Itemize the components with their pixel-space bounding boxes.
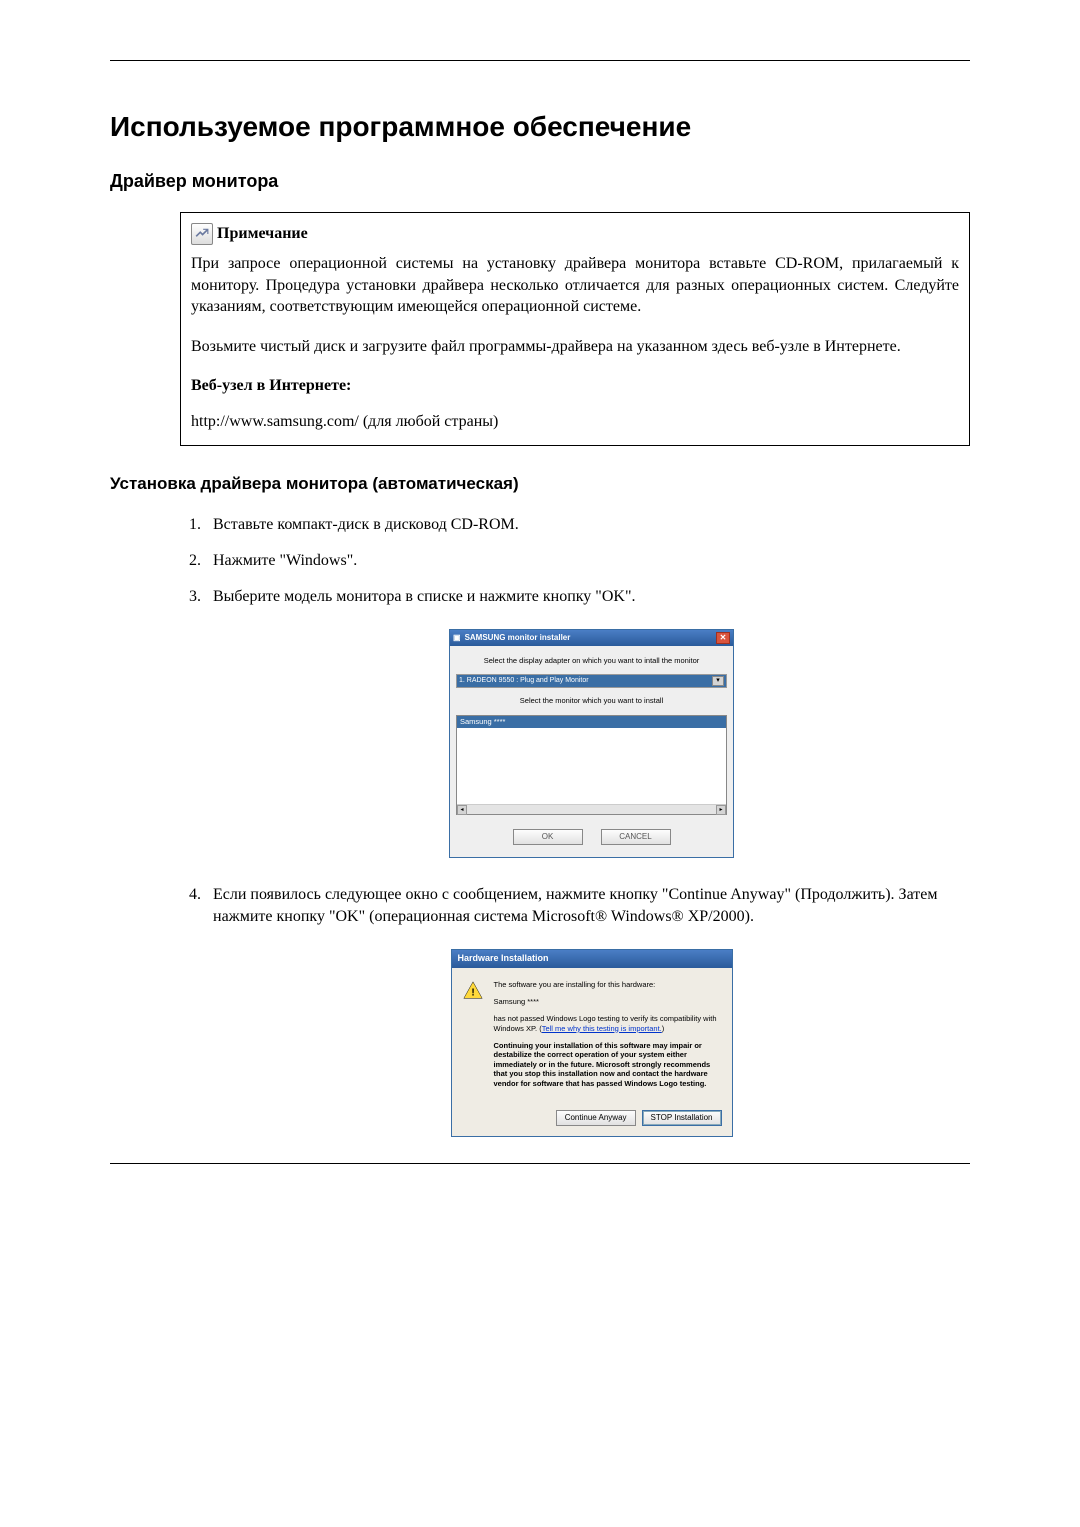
step-1: Вставьте компакт-диск в дисковод CD-ROM.: [205, 514, 970, 536]
continue-anyway-button[interactable]: Continue Anyway: [556, 1110, 636, 1126]
scroll-left-icon[interactable]: ◂: [457, 805, 467, 815]
hw-line2: Samsung ****: [494, 997, 722, 1006]
web-url: http://www.samsung.com/ (для любой стран…: [191, 411, 959, 433]
ok-button[interactable]: OK: [513, 829, 583, 845]
section-driver-title: Драйвер монитора: [110, 171, 970, 192]
steps-list: Вставьте компакт-диск в дисковод CD-ROM.…: [205, 514, 970, 1137]
hw-warning-text: Continuing your installation of this sof…: [494, 1041, 722, 1088]
note-paragraph-2: Возьмите чистый диск и загрузите файл пр…: [191, 336, 959, 358]
hw-title: Hardware Installation: [458, 952, 549, 965]
installer-dialog: ▣ SAMSUNG monitor installer ✕ Select the…: [449, 629, 734, 858]
hw-line3: has not passed Windows Logo testing to v…: [494, 1014, 722, 1033]
installer-titlebar: ▣ SAMSUNG monitor installer ✕: [450, 630, 733, 646]
window-icon: ▣: [453, 632, 461, 643]
top-rule: [110, 60, 970, 61]
step-2: Нажмите "Windows".: [205, 550, 970, 572]
monitor-listbox[interactable]: Samsung **** ◂ ▸: [456, 715, 727, 815]
adapter-dropdown[interactable]: 1. RADEON 9550 : Plug and Play Monitor ▾: [456, 674, 727, 688]
adapter-dropdown-value: 1. RADEON 9550 : Plug and Play Monitor: [459, 676, 589, 686]
stop-installation-button[interactable]: STOP Installation: [642, 1110, 722, 1126]
note-box: Примечание При запросе операционной сист…: [180, 212, 970, 446]
horizontal-scrollbar[interactable]: ◂ ▸: [457, 804, 726, 814]
installer-instruction-2: Select the monitor which you want to ins…: [450, 688, 733, 715]
hw-line1: The software you are installing for this…: [494, 980, 722, 989]
close-icon[interactable]: ✕: [716, 632, 730, 644]
step-4: Если появилось следующее окно с сообщени…: [205, 884, 970, 1137]
svg-text:!: !: [471, 987, 474, 998]
note-icon: [191, 223, 213, 245]
installer-instruction-1: Select the display adapter on which you …: [450, 646, 733, 675]
scroll-right-icon[interactable]: ▸: [716, 805, 726, 815]
bottom-rule: [110, 1163, 970, 1164]
cancel-button[interactable]: CANCEL: [601, 829, 671, 845]
web-label: Веб-узел в Интернете:: [191, 375, 959, 397]
hw-titlebar: Hardware Installation: [452, 950, 732, 968]
section-install-title: Установка драйвера монитора (автоматичес…: [110, 474, 970, 494]
warning-icon: !: [462, 980, 484, 1002]
chevron-down-icon[interactable]: ▾: [712, 676, 724, 686]
note-paragraph-1: При запросе операционной системы на уста…: [191, 253, 959, 318]
hardware-warning-dialog: Hardware Installation ! The software you…: [451, 949, 733, 1137]
page-title: Используемое программное обеспечение: [110, 111, 970, 143]
step-3: Выберите модель монитора в списке и нажм…: [205, 586, 970, 857]
list-item-selected[interactable]: Samsung ****: [457, 716, 726, 729]
installer-title: SAMSUNG monitor installer: [465, 632, 571, 643]
note-label: Примечание: [217, 223, 308, 245]
why-testing-link[interactable]: Tell me why this testing is important.: [542, 1024, 662, 1033]
